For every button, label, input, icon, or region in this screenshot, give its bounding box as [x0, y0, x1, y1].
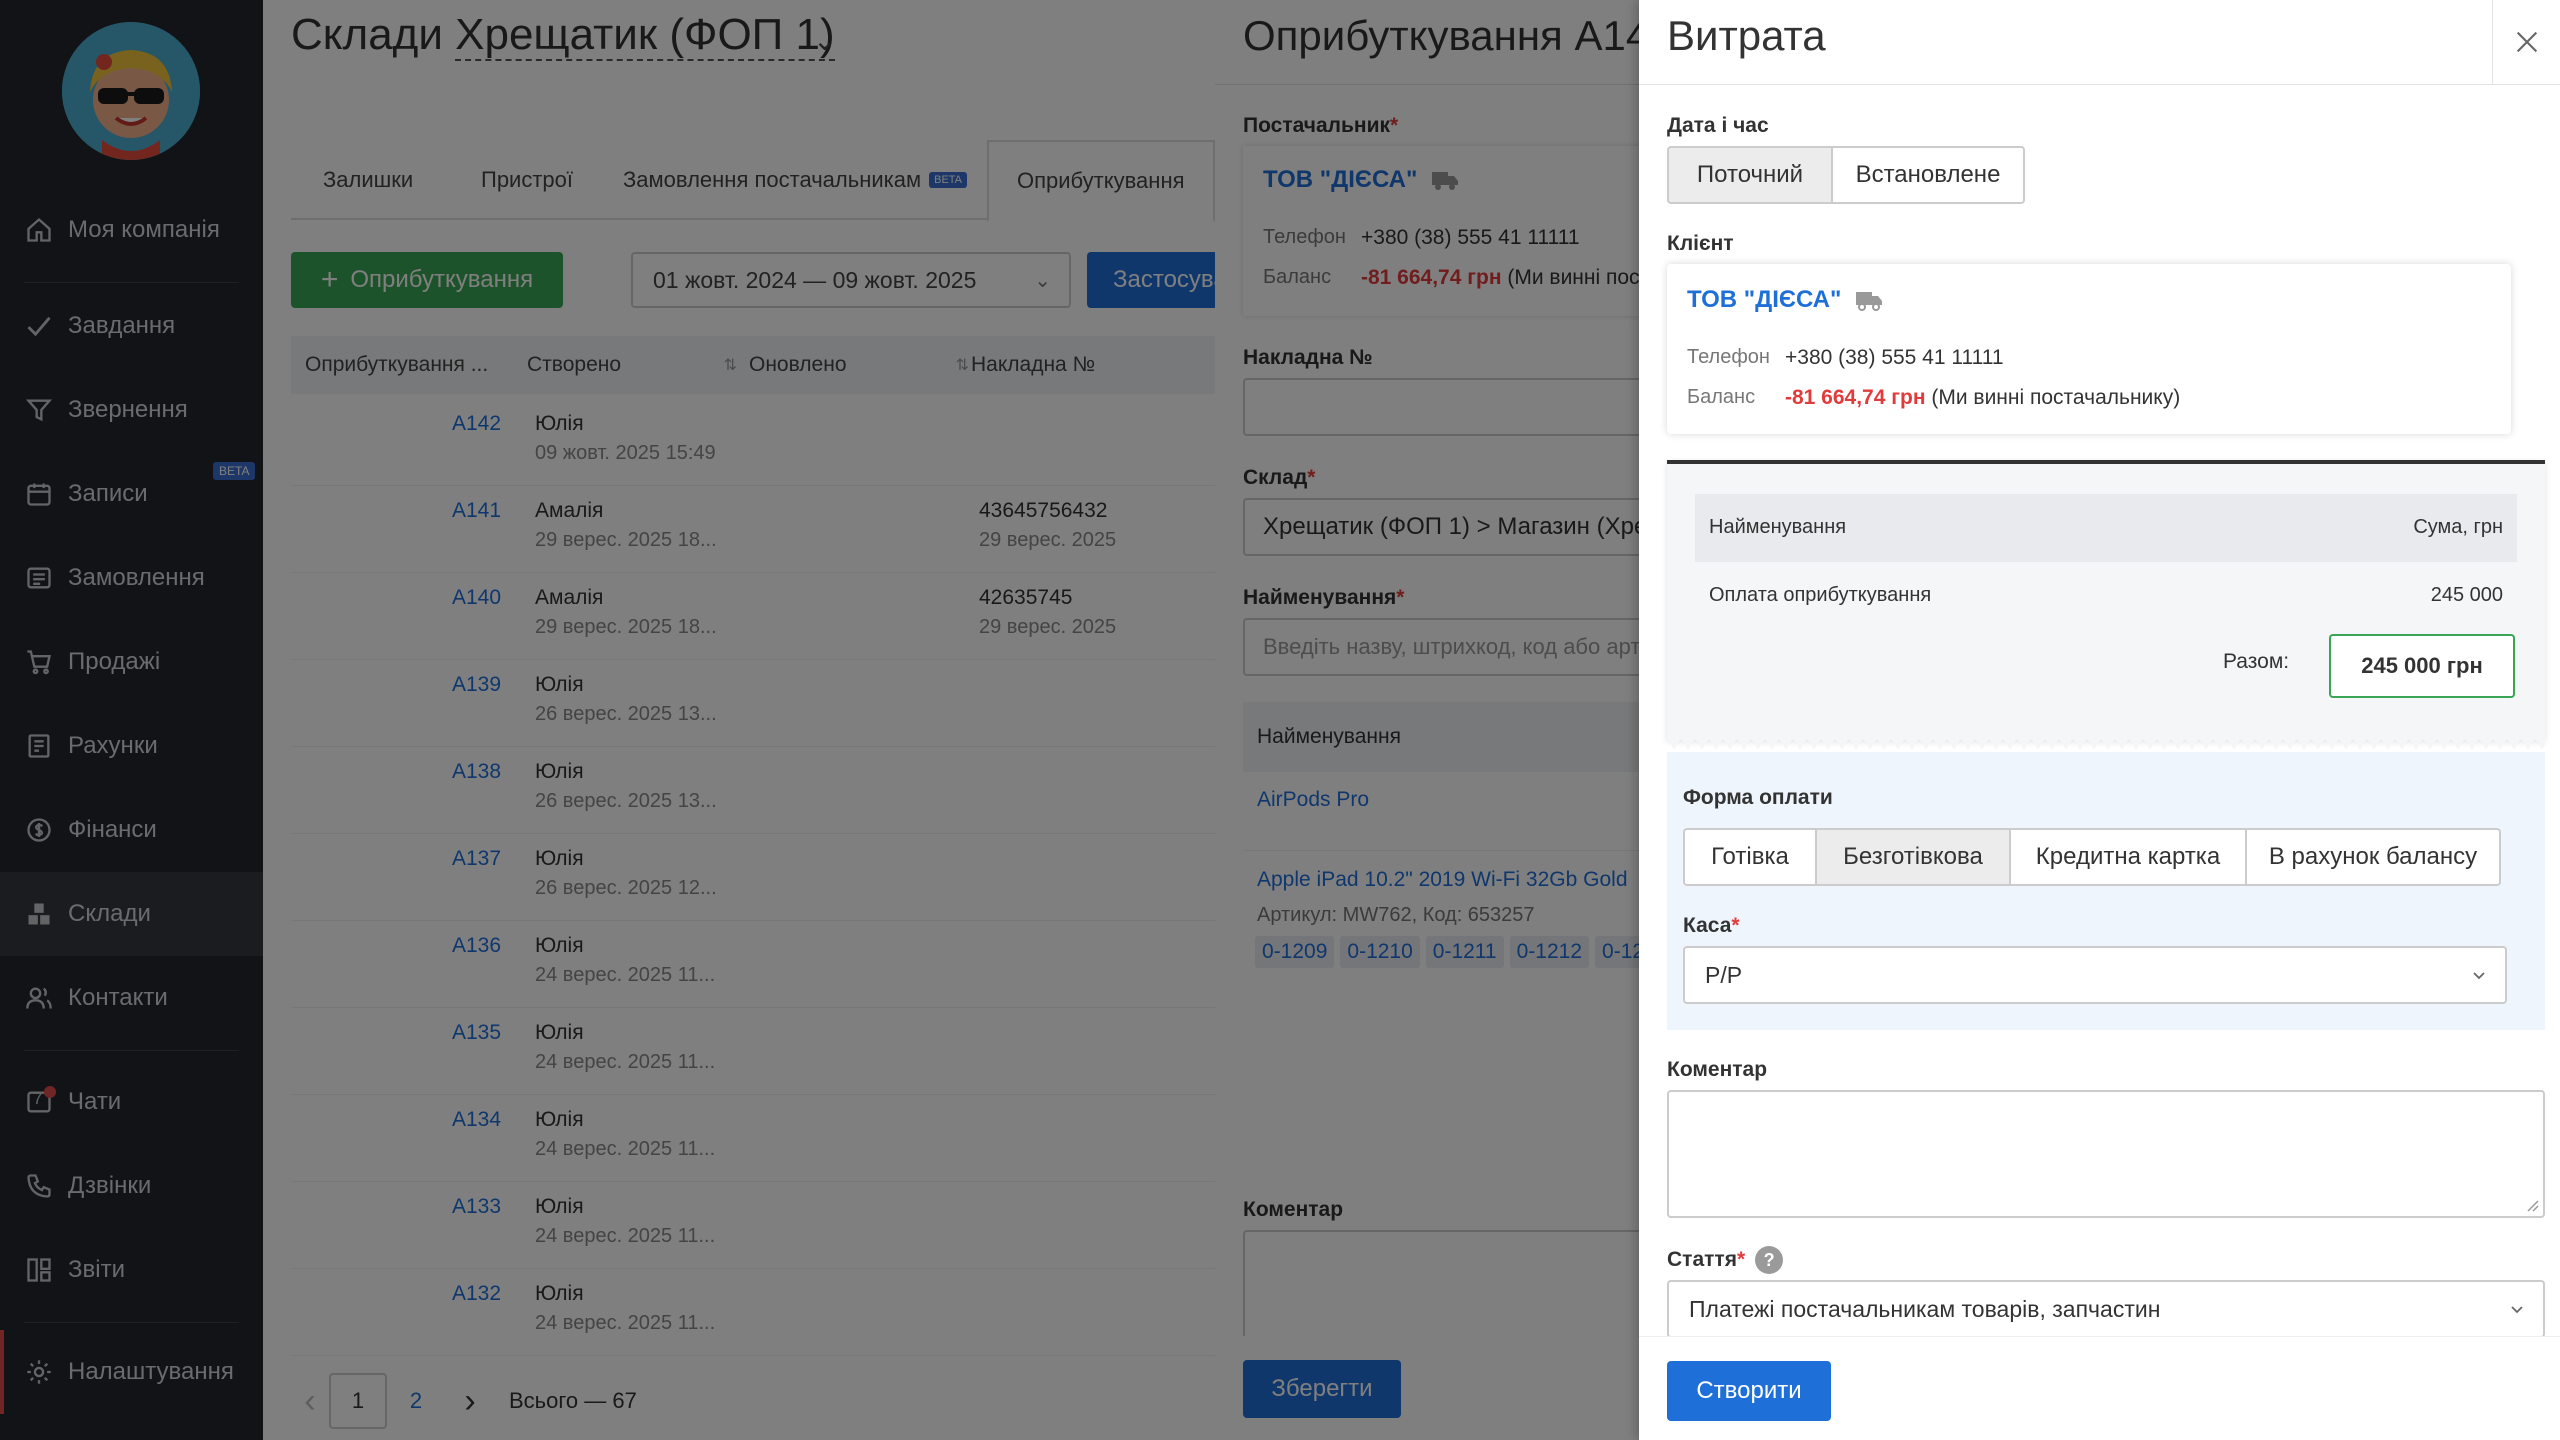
- balance-note: (Ми винні постачальнику): [1931, 386, 2181, 409]
- chevron-down-icon: [2473, 972, 2485, 980]
- comment-textarea[interactable]: [1667, 1090, 2545, 1218]
- close-icon: [2516, 31, 2537, 53]
- modal-backdrop[interactable]: [0, 0, 263, 1440]
- truck-icon: [1856, 292, 1883, 311]
- column-label: Найменування: [1709, 516, 1847, 538]
- required-mark: *: [1736, 1248, 1746, 1271]
- option-label: Встановлене: [1855, 161, 2001, 188]
- expense-receipt: Найменування Сума, грн Оплата оприбуткув…: [1667, 460, 2545, 750]
- phone-value: +380 (38) 555 41 11111: [1785, 346, 2004, 369]
- option-label: Готівка: [1711, 843, 1789, 870]
- datetime-current-option[interactable]: Поточний: [1667, 146, 1833, 204]
- column-label: Сума, грн: [2413, 516, 2503, 538]
- client-label: Клієнт: [1667, 232, 1734, 255]
- balance-label: Баланс: [1687, 386, 1756, 408]
- article-value: Платежі постачальникам товарів, запчасти…: [1689, 1295, 2161, 1322]
- datetime-toggle: Поточний Встановлене: [1667, 146, 2025, 204]
- client-name-row: ТОВ "ДІЄСА": [1687, 286, 1883, 314]
- comment-label: Коментар: [1667, 1058, 1768, 1081]
- create-button[interactable]: Створити: [1667, 1361, 1831, 1421]
- payment-section: Форма оплати Готівка Безготівкова Кредит…: [1667, 752, 2545, 1030]
- article-select[interactable]: Платежі постачальникам товарів, запчасти…: [1667, 1280, 2545, 1338]
- divider: [1639, 84, 2560, 85]
- expense-footer: Створити: [1639, 1336, 2560, 1440]
- receipt-torn-edge: [1667, 738, 2545, 750]
- option-label: Безготівкова: [1843, 843, 1983, 870]
- expense-title: Витрата: [1667, 12, 1826, 59]
- balance-amount: -81 664,74 грн: [1785, 386, 1926, 409]
- client-link[interactable]: ТОВ "ДІЄСА": [1687, 286, 1841, 314]
- payment-method-label: Форма оплати: [1683, 786, 1833, 809]
- close-button[interactable]: [2492, 0, 2560, 84]
- payment-cash-option[interactable]: Готівка: [1683, 828, 1817, 886]
- total-label: Разом:: [2223, 650, 2290, 673]
- article-label: Стаття *?: [1667, 1246, 1784, 1274]
- receipt-line: Оплата оприбуткування 245 000: [1695, 562, 2517, 630]
- label-text: Каса: [1683, 914, 1732, 937]
- cashbox-label: Каса*: [1683, 914, 1740, 938]
- required-mark: *: [1731, 914, 1740, 937]
- payment-cashless-option[interactable]: Безготівкова: [1815, 828, 2011, 886]
- help-icon[interactable]: ?: [1755, 1246, 1784, 1274]
- phone-label: Телефон: [1687, 346, 1770, 368]
- balance-value: -81 664,74 грн (Ми винні постачальнику): [1785, 386, 2180, 410]
- client-card: ТОВ "ДІЄСА" Телефон +380 (38) 555 41 111…: [1667, 264, 2511, 434]
- create-label: Створити: [1696, 1377, 1802, 1404]
- total-value: 245 000 грн: [2361, 653, 2483, 678]
- receipt-header: Найменування Сума, грн: [1695, 494, 2517, 562]
- line-sum: 245 000: [2430, 584, 2503, 606]
- cashbox-select[interactable]: Р/Р: [1683, 946, 2507, 1004]
- modal-backdrop[interactable]: [263, 0, 1215, 1440]
- modal-backdrop[interactable]: [1215, 0, 1639, 1440]
- option-label: В рахунок балансу: [2268, 843, 2478, 870]
- payment-balance-option[interactable]: В рахунок балансу: [2245, 828, 2501, 886]
- datetime-set-option[interactable]: Встановлене: [1831, 146, 2025, 204]
- payment-method-toggle: Готівка Безготівкова Кредитна картка В р…: [1683, 828, 2501, 886]
- option-label: Кредитна картка: [2035, 843, 2221, 870]
- total-amount: 245 000 грн: [2329, 634, 2515, 698]
- datetime-label: Дата і час: [1667, 114, 1769, 137]
- cashbox-value: Р/Р: [1705, 961, 1743, 988]
- payment-card-option[interactable]: Кредитна картка: [2009, 828, 2247, 886]
- resize-handle-icon[interactable]: [2525, 1198, 2539, 1212]
- expense-panel: Витрата Дата і час Поточний Встановлене …: [1639, 0, 2560, 1440]
- option-label: Поточний: [1696, 161, 1804, 188]
- label-text: Стаття: [1667, 1248, 1737, 1271]
- chevron-down-icon: [2511, 1306, 2523, 1314]
- line-name: Оплата оприбуткування: [1709, 584, 1932, 606]
